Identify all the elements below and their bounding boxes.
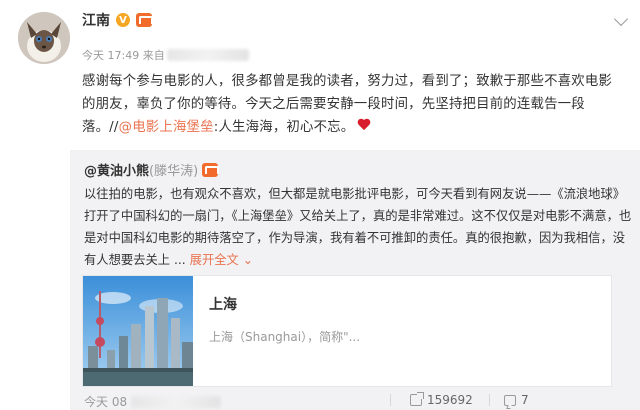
comment-count: 7 [521, 393, 529, 407]
author-name[interactable]: 江南 [82, 10, 110, 30]
comment-icon [504, 394, 516, 406]
mention-link[interactable]: @电影上海堡垒 [119, 120, 214, 135]
redacted-source [166, 49, 249, 61]
repost-text: 以往拍的电影，也有观众不喜欢，但大都是就电影批评电影，可今天看到有网友说——《流… [84, 183, 632, 271]
repost-author: @黄油小熊 (滕华涛) [84, 160, 220, 179]
post-text-tail: :人生海海，初心不忘。 [213, 120, 355, 135]
repost-action[interactable]: 159692 [410, 392, 473, 407]
vip-crown-icon [136, 13, 153, 27]
comment-action[interactable]: 7 [504, 393, 529, 407]
card-description: 上海（Shanghai），简称"... [209, 330, 361, 344]
post-time-source: 今天 17:49 来自 [82, 49, 165, 62]
repost-footer: 今天 08 159692 7 [84, 392, 632, 410]
heart-emoji-icon [357, 119, 371, 132]
expand-label: 展开全文 [189, 253, 239, 267]
expand-full-text-link[interactable]: 展开全文 ⌄ [190, 253, 253, 267]
repost-count: 159692 [427, 393, 473, 407]
repost-time-text: 今天 08 [84, 395, 128, 409]
redacted-time [131, 395, 222, 408]
chevron-down-icon: ⌄ [242, 253, 254, 267]
repost-icon [410, 392, 424, 406]
post-content: 感谢每个参与电影的人，很多都曾是我的读者，努力过，看到了；致歉于那些不喜欢电影的… [82, 70, 622, 139]
repost-author-name[interactable]: @黄油小熊 [84, 160, 149, 179]
verified-badge-icon: V [116, 13, 130, 27]
chevron-down-icon[interactable] [613, 11, 629, 27]
repost-author-nick: (滕华涛) [149, 164, 199, 179]
weibo-post: 江南 V 今天 17:49 来自 感谢每个参与电影的人，很多都曾是我的读者，努力… [0, 0, 640, 410]
divider [390, 394, 391, 406]
post-author: 江南 V [82, 10, 153, 30]
shanghai-skyline-image [83, 276, 193, 386]
card-thumbnail [83, 276, 193, 386]
reposted-weibo[interactable]: @黄油小熊 (滕华涛) 以往拍的电影，也有观众不喜欢，但大都是就电影批评电影，可… [70, 150, 640, 410]
link-card[interactable]: 上海 上海（Shanghai），简称"... [82, 275, 612, 387]
repost-body: 以往拍的电影，也有观众不喜欢，但大都是就电影批评电影，可今天看到有网友说——《流… [84, 187, 632, 267]
vip-crown-icon [202, 162, 220, 177]
post-meta: 今天 17:49 来自 [82, 47, 249, 63]
repost-time: 今天 08 [84, 393, 222, 410]
avatar[interactable] [18, 12, 70, 64]
card-title: 上海 [209, 297, 237, 313]
divider [489, 394, 490, 406]
avatar-cat-icon [18, 12, 70, 64]
